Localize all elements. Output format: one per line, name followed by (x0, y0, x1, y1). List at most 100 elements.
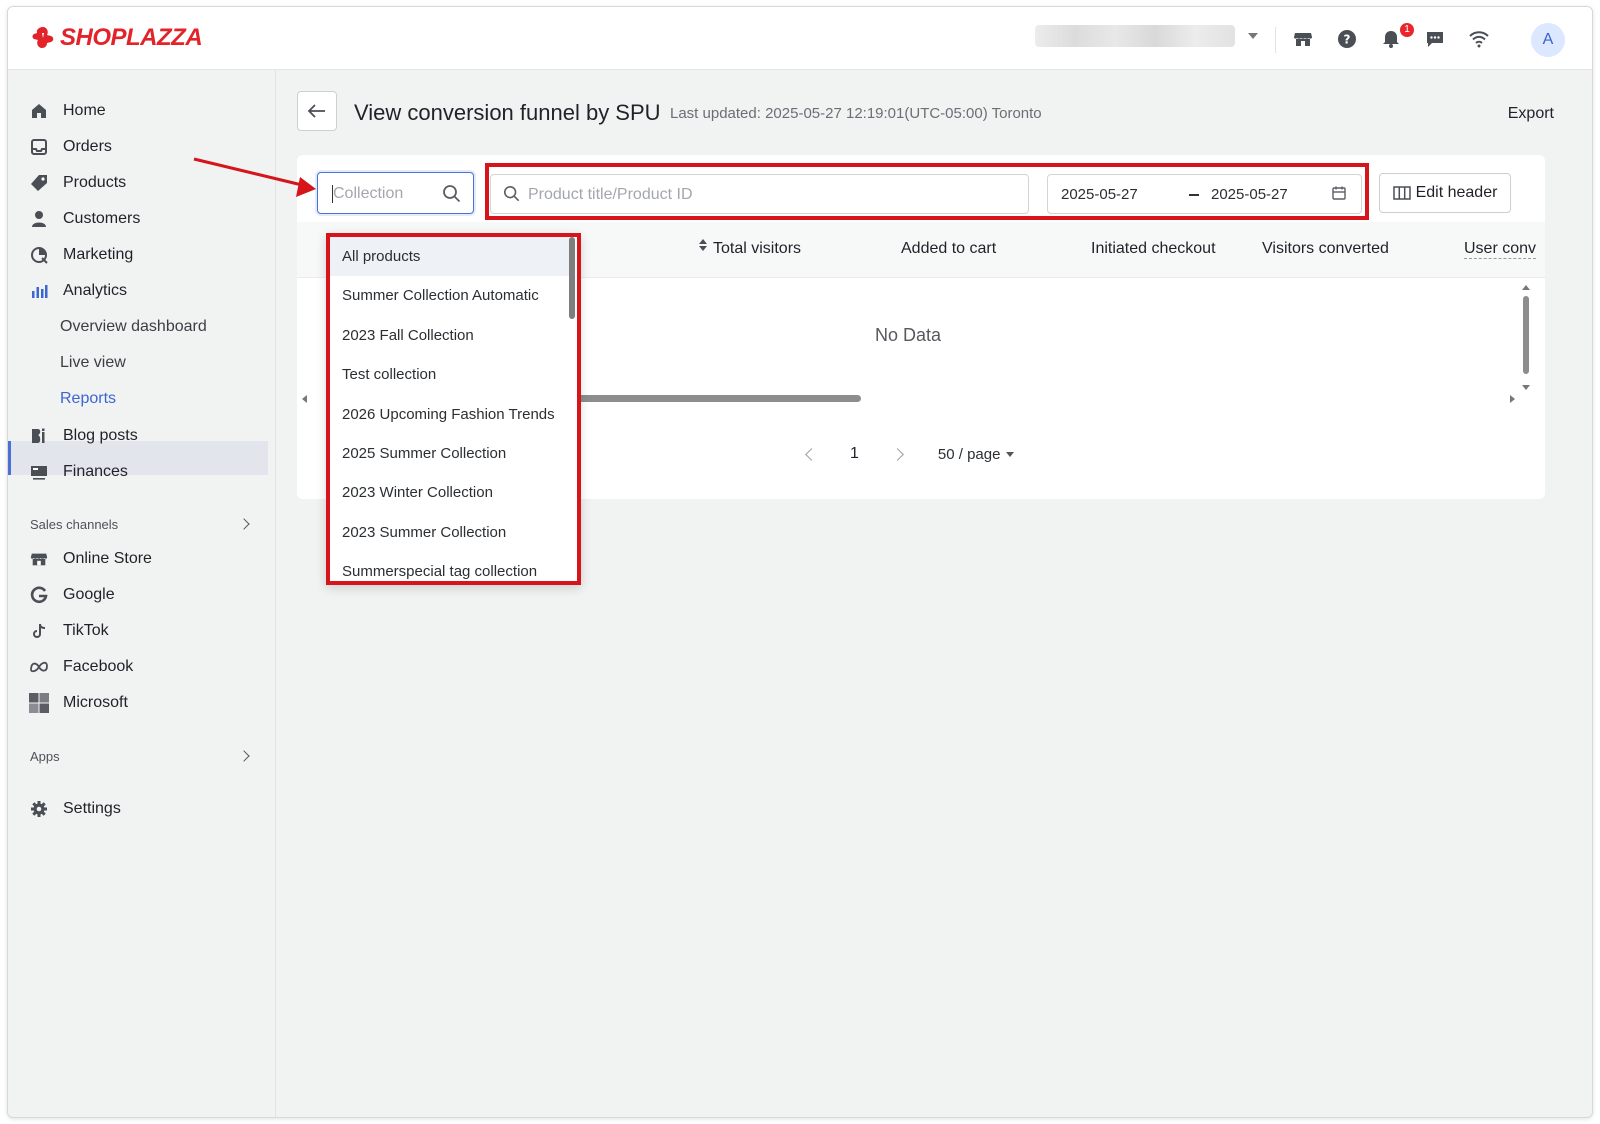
person-icon (28, 208, 50, 230)
sidebar-item-label: Customers (63, 210, 141, 227)
dropdown-option[interactable]: 2023 Winter Collection (330, 473, 570, 512)
store-icon[interactable] (1291, 27, 1315, 51)
sidebar-item-finances[interactable]: Finances (8, 455, 268, 489)
collection-placeholder: Collection (333, 185, 404, 202)
sidebar-item-analytics[interactable]: Analytics (8, 274, 268, 308)
dropdown-option[interactable]: 2023 Fall Collection (330, 316, 570, 355)
column-header-added-to-cart[interactable]: Added to cart (901, 240, 996, 258)
back-button[interactable] (297, 91, 337, 131)
logo-text: SHOPLAZZA (60, 24, 203, 51)
sidebar-item-label: Products (63, 174, 127, 191)
sidebar-item-label: Online Store (63, 550, 152, 567)
sidebar-item-label: Settings (63, 800, 121, 817)
sidebar-item-label: TikTok (63, 622, 109, 639)
message-icon[interactable] (1423, 27, 1447, 51)
next-page-icon[interactable] (891, 447, 904, 461)
scroll-right-arrow[interactable] (1510, 395, 1515, 403)
dropdown-scrollbar[interactable] (569, 237, 575, 319)
store-switcher-blurred[interactable] (1035, 25, 1235, 47)
wifi-icon[interactable] (1467, 27, 1491, 51)
section-label: Sales channels (30, 516, 119, 532)
gear-icon (28, 798, 50, 820)
sidebar-item-customers[interactable]: Customers (8, 202, 268, 236)
sidebar-item-settings[interactable]: Settings (8, 792, 268, 826)
annotation-highlight-filters (485, 163, 1369, 220)
edit-header-button[interactable]: Edit header (1379, 173, 1511, 213)
sidebar-item-marketing[interactable]: Marketing (8, 238, 268, 272)
help-icon[interactable]: ? (1335, 27, 1359, 51)
top-bar: SHOPLAZZA ? 1 A (8, 7, 1592, 70)
dropdown-option[interactable]: Summerspecial tag collection (330, 552, 570, 581)
dropdown-option-all-products[interactable]: All products (330, 237, 570, 276)
column-header-user-conversion[interactable]: User conv (1464, 240, 1537, 259)
sidebar-item-label: Google (63, 586, 115, 603)
sidebar-item-label: Orders (63, 138, 112, 155)
sidebar-item-label: Marketing (63, 246, 134, 263)
empty-state-text: No Data (875, 325, 942, 345)
home-icon (28, 100, 50, 122)
dropdown-option[interactable]: 2026 Upcoming Fashion Trends (330, 395, 570, 434)
sidebar-item-microsoft[interactable]: Microsoft (8, 686, 268, 720)
current-page[interactable]: 1 (850, 445, 859, 463)
google-icon (28, 584, 50, 606)
columns-icon (1392, 186, 1411, 200)
app-window: SHOPLAZZA ? 1 A Home Orders Products Cus… (7, 6, 1593, 1118)
store-switcher-caret-icon[interactable] (1248, 33, 1258, 39)
dropdown-option[interactable]: 2025 Summer Collection (330, 434, 570, 473)
search-icon (442, 184, 461, 208)
tiktok-icon (28, 620, 50, 642)
page-size-select[interactable]: 50 / page (938, 446, 1015, 463)
blog-icon (28, 425, 50, 447)
edit-header-label: Edit header (1415, 184, 1498, 201)
sidebar-item-tiktok[interactable]: TikTok (8, 614, 268, 648)
page-title: View conversion funnel by SPU (354, 100, 661, 125)
dropdown-option[interactable]: Summer Collection Automatic (330, 276, 570, 315)
sidebar-subitem-reports[interactable]: Reports (60, 382, 116, 416)
column-header-initiated-checkout[interactable]: Initiated checkout (1091, 240, 1216, 258)
horizontal-scrollbar[interactable] (573, 395, 861, 402)
dropdown-option[interactable]: Test collection (330, 355, 570, 394)
column-label: Total visitors (713, 240, 802, 257)
tag-icon (28, 172, 50, 194)
export-button[interactable]: Export (1508, 105, 1554, 123)
scroll-left-arrow[interactable] (302, 395, 307, 403)
sidebar-subitem-overview-dashboard[interactable]: Overview dashboard (60, 310, 207, 344)
sidebar-section-apps[interactable]: Apps (30, 746, 252, 766)
column-header-total-visitors[interactable]: Total visitors (699, 239, 802, 258)
vertical-scrollbar[interactable] (1523, 296, 1529, 374)
shoplazza-logo-icon (32, 27, 54, 48)
shoplazza-logo[interactable]: SHOPLAZZA (30, 24, 203, 52)
pagination: 1 50 / page (805, 442, 1015, 466)
sidebar-item-label: Blog posts (63, 427, 138, 444)
scroll-up-arrow[interactable] (1522, 285, 1530, 290)
orders-icon (28, 136, 50, 158)
prev-page-icon[interactable] (805, 447, 818, 461)
user-avatar[interactable]: A (1531, 23, 1565, 57)
column-header-visitors-converted[interactable]: Visitors converted (1262, 240, 1389, 258)
bar-chart-icon (28, 280, 50, 302)
store-icon (28, 548, 50, 570)
section-label: Apps (30, 748, 60, 764)
sidebar-subitem-live-view[interactable]: Live view (60, 346, 126, 380)
meta-icon (28, 656, 50, 678)
sidebar-item-home[interactable]: Home (8, 94, 268, 128)
sidebar-item-facebook[interactable]: Facebook (8, 650, 268, 684)
sort-icon (699, 239, 707, 251)
sidebar-item-blog-posts[interactable]: Blog posts (8, 419, 268, 453)
collection-dropdown: All products Summer Collection Automatic… (326, 233, 581, 585)
sidebar-item-google[interactable]: Google (8, 578, 268, 612)
last-updated-text: Last updated: 2025-05-27 12:19:01(UTC-05… (670, 105, 1042, 122)
sidebar: Home Orders Products Customers Marketing… (8, 70, 276, 1117)
sidebar-item-label: Analytics (63, 282, 128, 299)
collection-search-input[interactable]: Collection (317, 172, 474, 214)
svg-text:?: ? (1344, 33, 1351, 47)
marketing-icon (28, 244, 50, 266)
page-size-label: 50 / page (937, 445, 1001, 463)
sidebar-item-online-store[interactable]: Online Store (8, 542, 268, 576)
annotation-arrow-icon (193, 157, 316, 197)
sidebar-section-sales-channels[interactable]: Sales channels (30, 514, 252, 534)
scroll-down-arrow[interactable] (1522, 385, 1530, 390)
sidebar-item-label: Finances (63, 463, 128, 480)
dropdown-option[interactable]: 2023 Summer Collection (330, 513, 570, 552)
chevron-right-icon (238, 750, 250, 762)
